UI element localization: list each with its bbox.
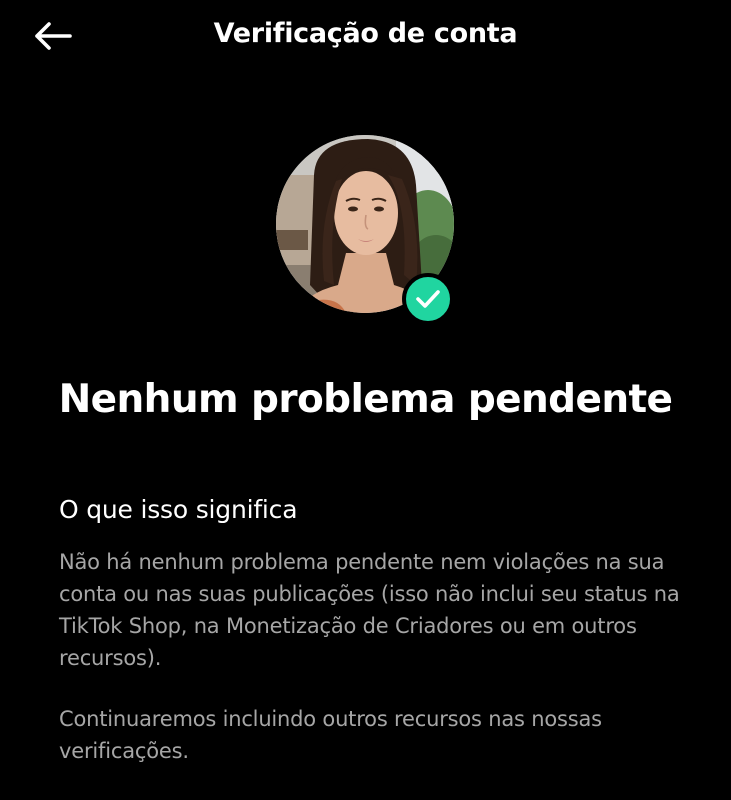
top-bar: Verificação de conta (0, 0, 731, 76)
explanation-title: O que isso significa (59, 495, 298, 524)
verified-badge (402, 273, 454, 325)
page-title: Verificação de conta (213, 18, 518, 49)
profile-avatar-section (276, 135, 456, 325)
explanation-paragraph-2: Continuaremos incluindo outros recursos … (59, 707, 602, 763)
checkmark-icon (416, 290, 440, 308)
status-heading: Nenhum problema pendente (58, 377, 673, 422)
explanation-paragraph-1: Não há nenhum problema pendente nem viol… (59, 550, 680, 670)
